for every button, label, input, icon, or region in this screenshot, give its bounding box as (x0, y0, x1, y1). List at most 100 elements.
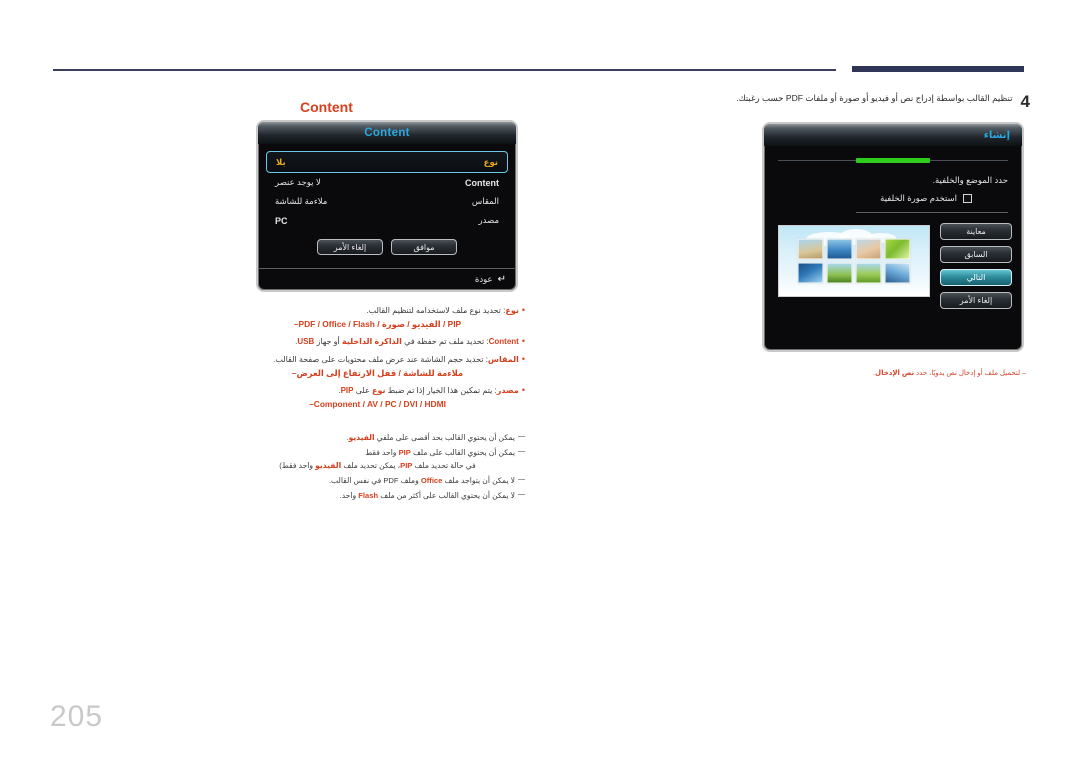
content-row-list: نوع بلا Content لا يوجد عنصر المقاس ملاءمة لل… (266, 151, 508, 230)
bullet-options: Component / AV / PC / DVI / HDMI– (309, 399, 446, 410)
thumbnail-image (884, 262, 911, 284)
bullet-item-3: مصدر: يتم تمكين هذا الخيار إذا تم ضبط نو… (230, 383, 525, 411)
create-main: معاينة السابق التالي إلغاء الأمر (764, 213, 1022, 309)
bullet-text: مصدر: يتم تمكين هذا الخيار إذا تم ضبط نو… (230, 383, 525, 398)
dash-keyword: PIP (400, 460, 413, 470)
content-dialog-footer: ↵ عودة (258, 268, 516, 290)
dash-note-3: لا يمكن أن يتواجد ملف Office وملف PDF في… (230, 474, 525, 487)
header-rule-short (852, 66, 1024, 72)
create-dialog: إنشاء حدد الموضع والخلفية. استخدم صورة ا… (762, 122, 1024, 352)
create-progress (778, 153, 1008, 167)
note-prefix: – لتحميل ملف أو إدخال نص يدويًا، حدد (914, 370, 1026, 377)
thumbnail-image (884, 238, 911, 260)
bullet-body: : تحديد نوع ملف لاستخدامه لتنظيم القالب. (366, 306, 506, 315)
content-button-label: موافق (413, 242, 435, 252)
checkbox-icon[interactable] (963, 194, 972, 203)
create-button-column: معاينة السابق التالي إلغاء الأمر (940, 223, 1012, 309)
thumbnail-grid (797, 238, 911, 284)
dash-body: يمكن أن يحتوي القالب بحد أقصى على ملفي (374, 433, 515, 442)
create-dialog-body: حدد الموضع والخلفية. استخدم صورة الخلفية (764, 167, 1022, 204)
bullet-item-2: المقاس: تحديد حجم الشاشة عند عرض ملف محت… (230, 352, 525, 380)
thumbnail-image (797, 262, 824, 284)
create-button-label: التالي (966, 273, 986, 282)
content-dialog-title: Content (364, 127, 410, 139)
content-row-2[interactable]: المقاس ملاءمة للشاشة (266, 192, 508, 211)
use-background-image-label: استخدم صورة الخلفية (880, 193, 957, 203)
content-row-label: نوع (483, 156, 498, 167)
step-text: تنظيم القالب بواسطة إدراج نص أو فيديو أو… (736, 93, 1013, 103)
bullet-keyword: Content (488, 337, 519, 347)
page-number: 205 (50, 700, 104, 733)
content-row-3[interactable]: مصدر PC (266, 211, 508, 230)
dash-body: لا يمكن أن يتواجد ملف (442, 475, 516, 485)
note-keyword: نص الإدخال (875, 370, 915, 377)
bullet-keyword: المقاس (487, 355, 519, 365)
create-dialog-title: إنشاء (983, 129, 1010, 141)
dash-body: واحد فقط (365, 448, 399, 458)
dash-body: في حالة تحديد ملف (412, 460, 476, 470)
dash-note-1: يمكن أن يحتوي القالب على ملف PIP واحد فق… (230, 446, 525, 459)
bullet-body: : تحديد حجم الشاشة عند عرض ملف محتويات ع… (273, 355, 488, 365)
content-row-label: مصدر (478, 215, 500, 225)
create-button-3[interactable]: إلغاء الأمر (940, 292, 1012, 309)
return-arrow-icon: ↵ (497, 273, 506, 285)
bullet-keyword: الذاكرة الداخلية (341, 337, 402, 347)
dash-body: وملف PDF في نفس القالب. (328, 475, 421, 485)
bullet-keyword: نوع (372, 386, 386, 396)
content-row-value: بلا (276, 156, 286, 167)
manual-page: 4 تنظيم القالب بواسطة إدراج نص أو فيديو … (0, 0, 1080, 763)
create-button-1[interactable]: السابق (940, 246, 1012, 263)
content-dialog: Content نوع بلا Content لا يوجد عنصر المقاس م… (256, 120, 518, 292)
content-button-label: إلغاء الأمر (333, 242, 367, 252)
bullet-text: المقاس: تحديد حجم الشاشة عند عرض ملف محت… (230, 352, 525, 367)
dash-body: يمكن أن يحتوي القالب على ملف (410, 448, 515, 458)
create-button-label: السابق (964, 250, 988, 259)
return-label: عودة (474, 274, 493, 284)
content-dialog-body: نوع بلا Content لا يوجد عنصر المقاس ملاءمة لل… (258, 144, 516, 255)
content-button-row: موافق إلغاء الأمر (266, 239, 508, 255)
create-dialog-titlebar: إنشاء (764, 124, 1022, 146)
use-background-image-row[interactable]: استخدم صورة الخلفية (778, 193, 1008, 204)
create-heading: حدد الموضع والخلفية. (932, 175, 1008, 185)
bullet-body: أو جهاز (314, 337, 342, 347)
thumbnail-image (855, 262, 882, 284)
dash-body: ، يمكن تحديد ملف (341, 460, 401, 470)
bullet-item-0: نوع: تحديد نوع ملف لاستخدامه لتنظيم القا… (230, 303, 525, 331)
input-text-note: – لتحميل ملف أو إدخال نص يدويًا، حدد نص … (760, 369, 1026, 380)
thumbnail-image (855, 238, 882, 260)
dash-keyword: الفيديو (315, 460, 342, 470)
create-button-label: إلغاء الأمر (959, 296, 993, 305)
bullet-keyword: PIP (340, 386, 354, 396)
dash-note-4: لا يمكن أن يحتوي القالب على أكثر من ملف … (230, 489, 525, 502)
content-row-value: PC (275, 215, 288, 226)
background-preview (778, 225, 930, 297)
bullet-body: : يتم تمكين هذا الخيار إذا تم ضبط (385, 386, 497, 396)
bullet-options: ملاءمة للشاشة / قفل الارتفاع إلى العرض– (291, 367, 464, 378)
bullet-list: نوع: تحديد نوع ملف لاستخدامه لتنظيم القا… (230, 303, 525, 415)
content-row-value: ملاءمة للشاشة (275, 196, 328, 206)
dash-body: واحد فقط) (279, 460, 316, 470)
dash-body: واحد. (339, 491, 359, 501)
create-button-2[interactable]: التالي (940, 269, 1012, 286)
thumbnail-image (826, 238, 853, 260)
thumbnail-image (826, 262, 853, 284)
bullet-body: على (353, 386, 373, 396)
content-row-value: لا يوجد عنصر (275, 177, 321, 187)
create-button-label: معاينة (966, 227, 986, 236)
dash-note-2: في حالة تحديد ملف PIP، يمكن تحديد ملف ال… (230, 460, 525, 472)
dash-note-0: يمكن أن يحتوي القالب بحد أقصى على ملفي ا… (230, 431, 525, 444)
content-row-label: Content (465, 177, 499, 188)
content-button-1[interactable]: إلغاء الأمر (317, 239, 383, 255)
bullet-options: PIP / الفيديو / صورة / PDF / Office / Fl… (293, 318, 462, 329)
content-row-0[interactable]: نوع بلا (266, 151, 508, 173)
dash-keyword: Office (420, 475, 443, 485)
content-row-1[interactable]: Content لا يوجد عنصر (266, 173, 508, 192)
bullet-body: : تحديد ملف تم حفظه في (401, 337, 489, 347)
step-block: 4 تنظيم القالب بواسطة إدراج نص أو فيديو … (690, 92, 1030, 110)
content-button-0[interactable]: موافق (391, 239, 457, 255)
bullet-text: نوع: تحديد نوع ملف لاستخدامه لتنظيم القا… (230, 303, 525, 318)
create-button-0[interactable]: معاينة (940, 223, 1012, 240)
bullet-keyword: مصدر (496, 386, 519, 396)
dash-note-list: يمكن أن يحتوي القالب بحد أقصى على ملفي ا… (230, 431, 525, 505)
bullet-keyword: نوع (505, 306, 519, 315)
